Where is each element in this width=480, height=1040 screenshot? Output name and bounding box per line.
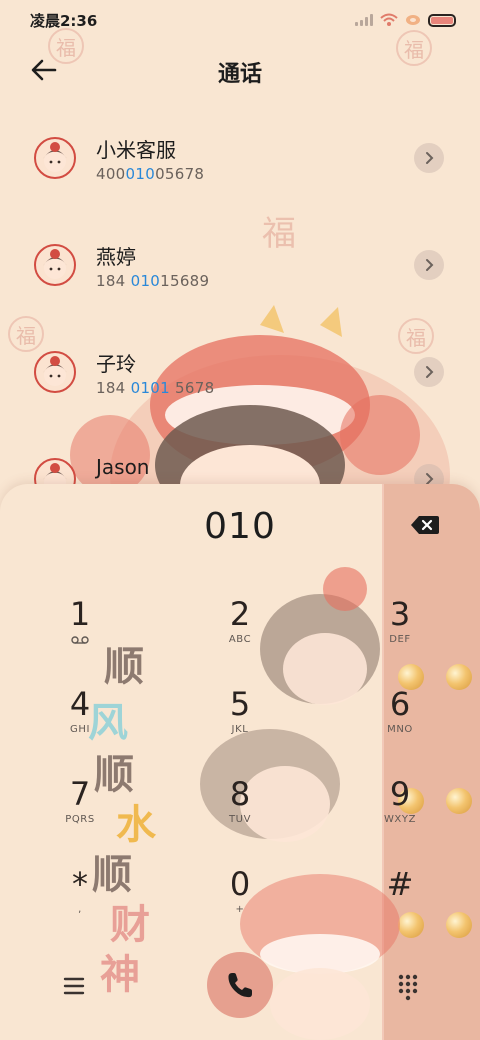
key-5[interactable]: 5 JKL [180,686,300,776]
key-digit: 7 [69,775,91,813]
key-6[interactable]: 6 MNO [340,686,460,776]
contact-row[interactable]: 燕婷 184 01015689 [0,211,480,315]
key-digit: 4 [69,685,91,723]
key-digit: # [386,865,414,903]
key-7[interactable]: 7 PQRS [20,776,140,866]
key-letters: ABC [228,634,252,645]
contact-detail-button[interactable] [414,357,444,387]
status-icons [355,13,456,27]
dialer-panel: 顺 风 顺 水 顺 财 神 010 1 2 ABC 3 DEF 4 GHI 5 … [0,484,480,1040]
chevron-right-icon [426,152,434,164]
key-letters: JKL [231,724,249,735]
contact-name: 小米客服 [96,138,176,162]
status-time: 凌晨2:36 [30,11,98,30]
keypad-icon [398,974,418,1001]
menu-icon [63,977,85,995]
battery-icon [428,13,456,27]
contact-detail-button[interactable] [414,143,444,173]
contact-number: 184 01015689 [96,272,210,290]
avatar [34,137,76,179]
hotspot-icon [406,15,420,25]
key-2[interactable]: 2 ABC [180,596,300,686]
call-button[interactable] [207,952,273,1018]
contact-number: 40001005678 [96,165,205,183]
phone-icon [228,973,252,998]
key-star[interactable]: * , [20,866,140,956]
contact-row[interactable]: 子玲 184 0101 5678 [0,318,480,422]
key-digit: 8 [229,775,251,813]
key-1[interactable]: 1 [20,596,140,686]
page-title: 通话 [217,62,262,87]
key-digit: 6 [389,685,411,723]
contact-detail-button[interactable] [414,250,444,280]
keypad-toggle-button[interactable] [390,968,426,1004]
dial-display-row: 010 [0,484,480,570]
key-hash[interactable]: # [340,866,460,956]
key-digit: 3 [389,595,411,633]
key-digit: 0 [229,865,251,903]
key-letters: PQRS [65,814,95,825]
key-digit: 9 [389,775,411,813]
contact-name: 子玲 [96,352,136,376]
status-bar: 凌晨2:36 [0,0,480,40]
key-9[interactable]: 9 WXYZ [340,776,460,866]
voicemail-icon [71,636,89,644]
key-0[interactable]: 0 + [180,866,300,956]
keypad: 1 2 ABC 3 DEF 4 GHI 5 JKL 6 MNO 7 PQRS 8… [0,584,480,944]
avatar [34,244,76,286]
backspace-button[interactable] [410,514,444,538]
key-digit: * [72,865,88,903]
key-letters: + [235,904,245,915]
header: 通话 [0,44,480,94]
key-letters: , [78,904,82,915]
key-letters: DEF [389,634,411,645]
avatar [34,351,76,393]
key-letters: TUV [228,814,252,825]
contact-name: Jason [96,455,150,479]
key-digit: 5 [229,685,251,723]
key-8[interactable]: 8 TUV [180,776,300,866]
contact-number: 184 0101 5678 [96,379,215,397]
contact-name: 燕婷 [96,245,136,269]
contact-row[interactable]: 小米客服 40001005678 [0,104,480,208]
key-letters: WXYZ [383,814,417,825]
backspace-icon [411,516,439,534]
key-letters: GHI [69,724,91,735]
key-letters: MNO [387,724,413,735]
wifi-icon [380,13,398,26]
key-4[interactable]: 4 GHI [20,686,140,776]
dialed-number-display: 010 [204,506,276,547]
menu-button[interactable] [56,968,92,1004]
key-digit: 1 [69,595,91,633]
chevron-right-icon [426,366,434,378]
key-3[interactable]: 3 DEF [340,596,460,686]
key-digit: 2 [229,595,251,633]
chevron-right-icon [426,259,434,271]
signal-icon [355,14,373,26]
